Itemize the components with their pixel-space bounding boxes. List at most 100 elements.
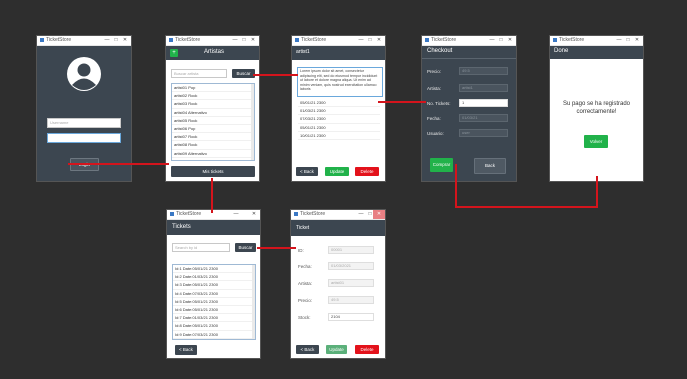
artist-list-item[interactable]: artist03 Rock	[172, 100, 254, 109]
ticket-list-item[interactable]: Id:9 Date:07/03/21 2300	[173, 331, 255, 339]
artist-list-item[interactable]: artist02 Rock	[172, 92, 254, 101]
title-bar: TicketStore — □ ✕	[291, 210, 385, 220]
flow-connector	[211, 178, 213, 213]
date-label: Fecha:	[427, 116, 441, 121]
artist-label: Artista:	[298, 281, 313, 286]
page-title: artist1	[296, 49, 310, 55]
close-button[interactable]: ✕	[506, 36, 514, 45]
add-artist-button[interactable]: +	[170, 49, 178, 57]
delete-button[interactable]: Delete	[355, 167, 379, 176]
price-label: Precio:	[298, 298, 313, 303]
id-label: ID:	[298, 248, 304, 253]
window-title: TicketStore	[301, 37, 327, 43]
back-button[interactable]: Back	[474, 158, 506, 174]
delete-button[interactable]: Delete	[355, 345, 379, 354]
close-button[interactable]: ✕	[249, 36, 257, 45]
close-button[interactable]: ✕	[121, 36, 129, 45]
minimize-button[interactable]: —	[357, 210, 365, 219]
close-button[interactable]: ✕	[633, 36, 641, 45]
title-bar: TicketStore — ✕	[167, 210, 260, 220]
price-label: Precio:	[427, 69, 442, 74]
ticket-list-item[interactable]: Id:5 Date:05/01/21 2300	[173, 298, 255, 306]
scrollbar[interactable]	[251, 84, 254, 160]
date-list-item[interactable]: 07/03/21 2300	[298, 115, 380, 124]
update-button[interactable]: Update	[326, 345, 347, 354]
search-input[interactable]: Buscar artista	[171, 69, 227, 78]
flow-connector	[257, 247, 296, 249]
ticket-list-item[interactable]: Id:8 Date:05/01/21 2300	[173, 322, 255, 331]
id-field: 00001	[328, 246, 374, 254]
header: artist1	[292, 46, 385, 60]
back-button[interactable]: < Back	[296, 345, 319, 354]
window-title: TicketStore	[559, 37, 585, 43]
artist-list-item[interactable]: artist04 Alternativo	[172, 109, 254, 117]
username-field[interactable]: Username	[47, 118, 121, 128]
app-icon	[553, 38, 557, 42]
description-text: Lorem ipsum dolor sit amet, consectetur …	[297, 67, 383, 97]
title-bar: TicketStore — □ ✕	[166, 36, 259, 46]
minimize-button[interactable]: —	[615, 36, 623, 45]
password-field[interactable]	[47, 133, 121, 143]
date-list[interactable]: 05/01/21 2300 01/03/21 2300 07/03/21 2300 0…	[297, 98, 381, 152]
ticket-list-item[interactable]: Id:7 Date:01/03/21 2300	[173, 314, 255, 323]
minimize-button[interactable]: —	[103, 36, 111, 45]
artist-list-item[interactable]: artist01 Pop	[172, 84, 254, 93]
close-button[interactable]: ✕	[375, 36, 383, 45]
page-title: Tickets	[172, 224, 191, 230]
ticket-list-item[interactable]: Id:2 Date:01/03/21 2300	[173, 273, 255, 282]
artist-list-item[interactable]: artist07 Rock	[172, 133, 254, 142]
artist-list-item[interactable]: artist05 Rock	[172, 117, 254, 125]
minimize-button[interactable]: —	[488, 36, 496, 45]
stock-input[interactable]: 2104	[328, 313, 374, 321]
title-bar: TicketStore — □ ✕	[422, 36, 516, 46]
date-list-item[interactable]: 05/01/21 2300	[298, 99, 380, 108]
search-button[interactable]: Buscar	[232, 69, 255, 78]
minimize-button[interactable]: —	[231, 36, 239, 45]
page-title: Ticket	[296, 225, 310, 231]
page-title: Checkout	[427, 48, 453, 54]
maximize-button[interactable]: □	[497, 36, 505, 45]
artist-detail-window: TicketStore — □ ✕ artist1 Lorem ipsum do…	[292, 36, 385, 181]
minimize-button[interactable]: —	[357, 36, 365, 45]
maximize-button[interactable]: □	[624, 36, 632, 45]
close-button[interactable]: ✕	[250, 210, 258, 219]
app-icon	[425, 38, 429, 42]
artist-list[interactable]: artist01 Pop artist02 Rock artist03 Rock ar…	[171, 83, 255, 161]
tickets-count-input[interactable]: 1	[459, 99, 508, 107]
minimize-button[interactable]: —	[232, 210, 240, 219]
flow-connector	[253, 74, 298, 76]
update-button[interactable]: Update	[325, 167, 349, 176]
date-list-item[interactable]: 10/01/21 2300	[298, 132, 380, 140]
close-button[interactable]: ✕	[373, 210, 385, 219]
ticket-list-item[interactable]: Id:1 Date:05/01/21 2300	[173, 265, 255, 274]
window-title: TicketStore	[175, 37, 201, 43]
page-title: Done	[554, 48, 569, 54]
back-button[interactable]: < Back	[296, 167, 318, 176]
back-button[interactable]: < Back	[175, 345, 197, 355]
volver-button[interactable]: Volver	[584, 135, 608, 148]
maximize-button[interactable]: □	[366, 36, 374, 45]
ticket-list-item[interactable]: Id:3 Date:05/01/21 2300	[173, 281, 255, 290]
search-button[interactable]: Buscar	[235, 243, 256, 252]
date-list-item[interactable]: 01/03/21 2300	[298, 107, 380, 116]
maximize-button[interactable]: □	[112, 36, 120, 45]
date-field: 01/03/2021	[328, 262, 374, 270]
ticket-list[interactable]: Id:1 Date:05/01/21 2300 Id:2 Date:01/03/2…	[172, 264, 256, 340]
artists-window: TicketStore — □ ✕ + Artistas Buscar arti…	[166, 36, 259, 181]
date-list-item[interactable]: 05/01/21 2300	[298, 124, 380, 132]
search-input[interactable]: Search by id	[172, 243, 230, 252]
artist-list-item[interactable]: artist06 Pop	[172, 125, 254, 134]
scrollbar[interactable]	[252, 265, 255, 339]
my-tickets-button[interactable]: Mis tickets	[171, 166, 255, 177]
artist-field: artist01	[328, 279, 374, 287]
ticket-list-item[interactable]: Id:6 Date:05/01/21 2300	[173, 306, 255, 315]
app-icon	[40, 38, 44, 42]
title-divider	[422, 58, 516, 59]
artist-list-item[interactable]: artist08 Rock	[172, 141, 254, 150]
ticket-list-item[interactable]: Id:4 Date:07/03/21 2300	[173, 290, 255, 298]
title-bar: TicketStore — □ ✕	[550, 36, 643, 46]
artist-list-item[interactable]: artist09 Alternativo	[172, 150, 254, 158]
buy-button[interactable]: Comprar	[430, 158, 453, 172]
ticket-list-item[interactable]: Id:10 Date:05/01/21 2300	[173, 339, 255, 340]
maximize-button[interactable]: □	[240, 36, 248, 45]
